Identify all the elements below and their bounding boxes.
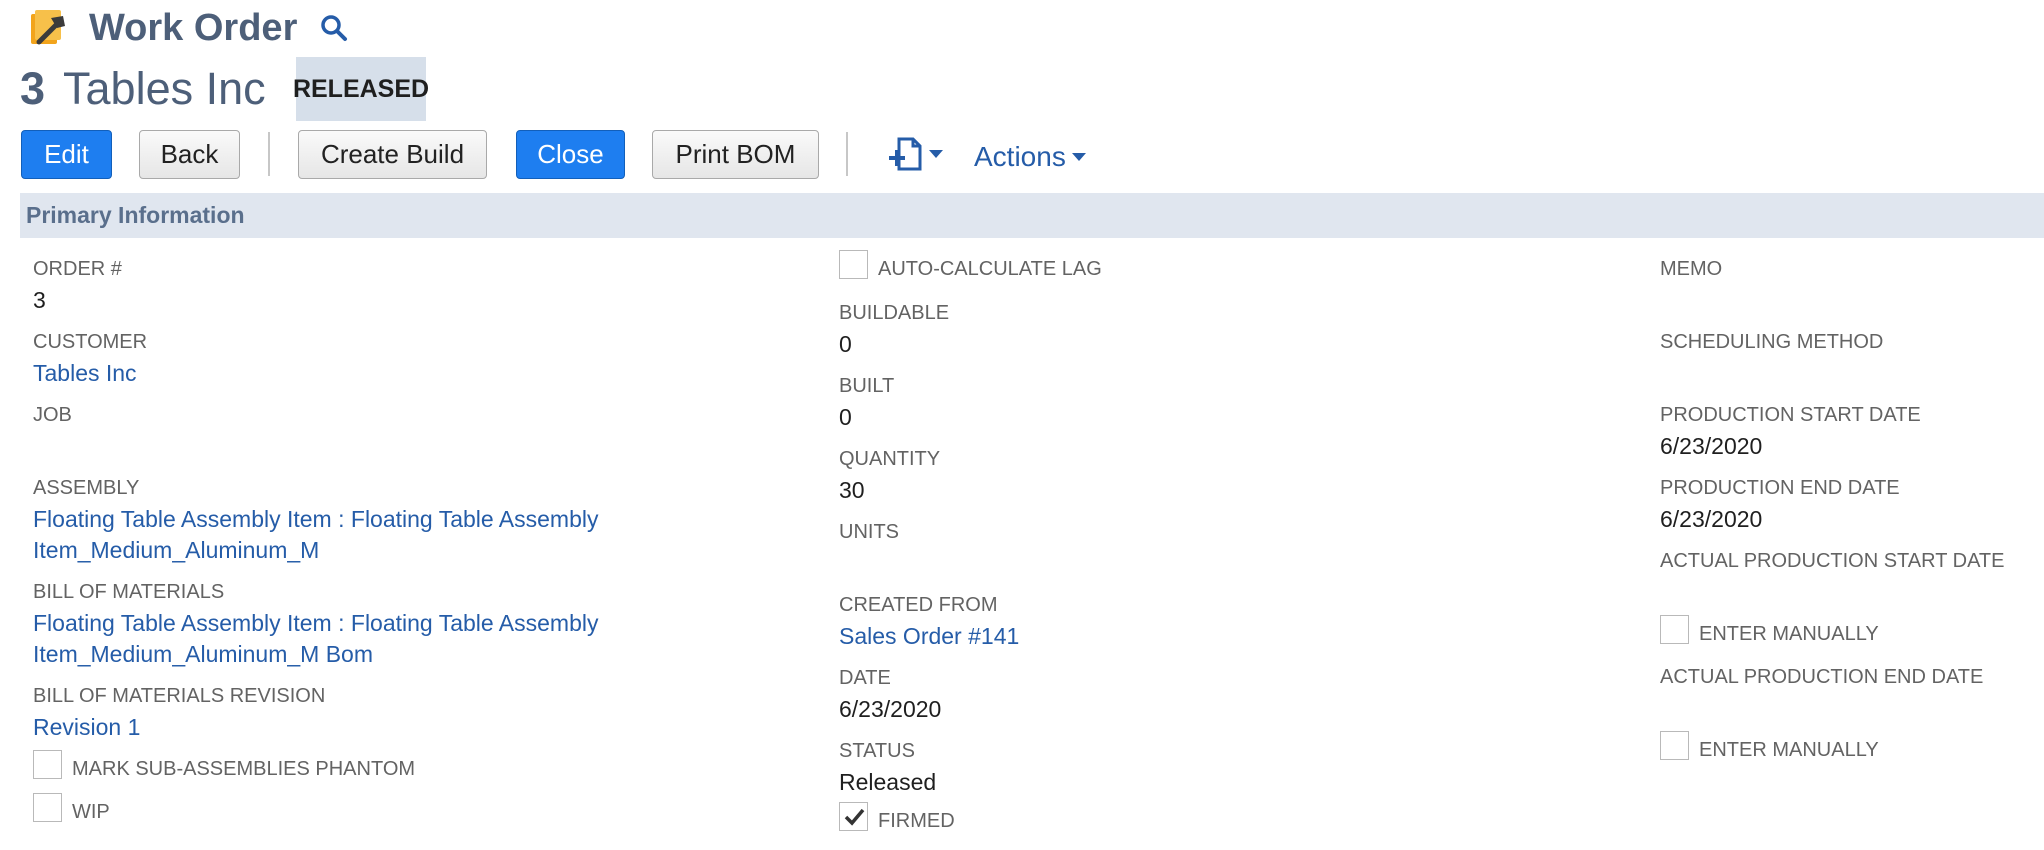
field-label: STATUS: [839, 740, 915, 762]
field-value: 6/23/2020: [1660, 433, 1763, 459]
field-value: 6/23/2020: [839, 696, 942, 722]
field-label: BILL OF MATERIALS REVISION: [33, 685, 326, 707]
enter-manually-end-checkbox-field: ENTER MANUALLY: [1660, 731, 1879, 760]
assembly-link[interactable]: Floating Table Assembly Item : Floating …: [33, 504, 599, 566]
bom-link-line: Item_Medium_Aluminum_M Bom: [33, 641, 374, 667]
checkbox-label: ENTER MANUALLY: [1699, 623, 1879, 645]
assembly-link-line: Item_Medium_Aluminum_M: [33, 537, 320, 563]
edit-button[interactable]: Edit: [21, 130, 112, 179]
customer-link[interactable]: Tables Inc: [33, 358, 147, 389]
close-button[interactable]: Close: [516, 130, 625, 179]
enter-manually-start-checkbox-field: ENTER MANUALLY: [1660, 615, 1879, 644]
wip-checkbox-field: WIP: [33, 793, 110, 822]
title-row: Work Order: [27, 4, 349, 52]
page-title: Work Order: [89, 6, 298, 49]
primary-information-section-header[interactable]: Primary Information: [20, 193, 2044, 238]
print-bom-button[interactable]: Print BOM: [652, 130, 819, 179]
auto-calculate-lag-checkbox[interactable]: [839, 250, 868, 279]
field-label: PRODUCTION END DATE: [1660, 477, 1900, 499]
actions-label: Actions: [974, 141, 1066, 172]
buildable-field: BUILDABLE 0: [839, 302, 949, 360]
checkmark-icon: [844, 808, 864, 826]
work-order-icon: [31, 10, 65, 45]
work-order-page: Work Order 3 Tables Inc RELEASED Edit Ba…: [0, 0, 2044, 850]
checkbox-label: FIRMED: [878, 810, 955, 832]
built-field: BUILT 0: [839, 375, 894, 433]
chevron-down-icon: [929, 150, 943, 158]
bom-link-line: Floating Table Assembly Item : Floating …: [33, 610, 599, 636]
field-value: 30: [839, 477, 865, 503]
field-value: 0: [839, 331, 852, 357]
memo-field: MEMO: [1660, 258, 1722, 281]
auto-calculate-lag-checkbox-field: AUTO-CALCULATE LAG: [839, 250, 1102, 279]
firmed-checkbox[interactable]: [839, 802, 868, 831]
field-label: ASSEMBLY: [33, 477, 140, 499]
field-label: UNITS: [839, 521, 899, 543]
actual-production-end-date-field: ACTUAL PRODUCTION END DATE: [1660, 666, 1983, 689]
toolbar-separator: [268, 132, 270, 176]
chevron-down-icon: [1071, 153, 1086, 161]
bill-of-materials-link[interactable]: Floating Table Assembly Item : Floating …: [33, 608, 599, 670]
new-document-menu-button[interactable]: [887, 136, 943, 172]
bom-revision-link[interactable]: Revision 1: [33, 712, 325, 743]
actual-production-start-date-field: ACTUAL PRODUCTION START DATE: [1660, 550, 2004, 573]
field-value: 3: [33, 287, 46, 313]
assembly-link-line: Floating Table Assembly Item : Floating …: [33, 506, 599, 532]
field-value: 0: [839, 404, 852, 430]
back-button[interactable]: Back: [139, 130, 240, 179]
scheduling-method-field: SCHEDULING METHOD: [1660, 331, 1883, 354]
checkbox-label: AUTO-CALCULATE LAG: [878, 258, 1102, 280]
create-build-button[interactable]: Create Build: [298, 130, 487, 179]
production-end-date-field: PRODUCTION END DATE 6/23/2020: [1660, 477, 1900, 535]
field-label: SCHEDULING METHOD: [1660, 331, 1884, 353]
field-label: MEMO: [1660, 258, 1723, 280]
field-value: 6/23/2020: [1660, 506, 1763, 532]
assembly-field: ASSEMBLY Floating Table Assembly Item : …: [33, 477, 599, 566]
enter-manually-end-checkbox[interactable]: [1660, 731, 1689, 760]
checkbox-label: WIP: [72, 801, 110, 823]
record-heading: 3 Tables Inc: [20, 56, 266, 122]
toolbar-separator: [846, 132, 848, 176]
quantity-field: QUANTITY 30: [839, 448, 940, 506]
firmed-checkbox-field: FIRMED: [839, 802, 955, 831]
field-label: JOB: [33, 404, 72, 426]
field-label: ORDER #: [33, 258, 122, 280]
production-start-date-field: PRODUCTION START DATE 6/23/2020: [1660, 404, 1921, 462]
date-field: DATE 6/23/2020: [839, 667, 941, 725]
field-label: BUILT: [839, 375, 895, 397]
wip-checkbox[interactable]: [33, 793, 62, 822]
status-badge: RELEASED: [293, 57, 429, 121]
actions-menu-button[interactable]: Actions: [974, 141, 1086, 173]
field-label: ACTUAL PRODUCTION END DATE: [1660, 666, 1984, 688]
field-label: DATE: [839, 667, 891, 689]
new-document-icon: [889, 137, 922, 171]
checkbox-label: ENTER MANUALLY: [1699, 739, 1879, 761]
field-label: QUANTITY: [839, 448, 941, 470]
created-from-link[interactable]: Sales Order #141: [839, 621, 1019, 652]
field-label: BUILDABLE: [839, 302, 950, 324]
field-label: CUSTOMER: [33, 331, 148, 353]
field-value: Released: [839, 769, 937, 795]
enter-manually-start-checkbox[interactable]: [1660, 615, 1689, 644]
field-label: ACTUAL PRODUCTION START DATE: [1660, 550, 2005, 572]
job-field: JOB: [33, 404, 72, 427]
mark-sub-assemblies-phantom-checkbox[interactable]: [33, 750, 62, 779]
mark-sub-assemblies-phantom-checkbox-field: MARK SUB-ASSEMBLIES PHANTOM: [33, 750, 415, 779]
bill-of-materials-field: BILL OF MATERIALS Floating Table Assembl…: [33, 581, 599, 670]
field-label: BILL OF MATERIALS: [33, 581, 225, 603]
record-number: 3: [20, 63, 46, 114]
bom-revision-field: BILL OF MATERIALS REVISION Revision 1: [33, 685, 325, 743]
status-field: STATUS Released: [839, 740, 936, 798]
search-icon[interactable]: [319, 13, 349, 43]
created-from-field: CREATED FROM Sales Order #141: [839, 594, 1019, 652]
customer-field: CUSTOMER Tables Inc: [33, 331, 147, 389]
units-field: UNITS: [839, 521, 899, 544]
field-label: PRODUCTION START DATE: [1660, 404, 1921, 426]
checkbox-label: MARK SUB-ASSEMBLIES PHANTOM: [72, 758, 416, 780]
field-label: CREATED FROM: [839, 594, 998, 616]
order-number-field: ORDER # 3: [33, 258, 122, 316]
record-name: Tables Inc: [63, 63, 266, 114]
